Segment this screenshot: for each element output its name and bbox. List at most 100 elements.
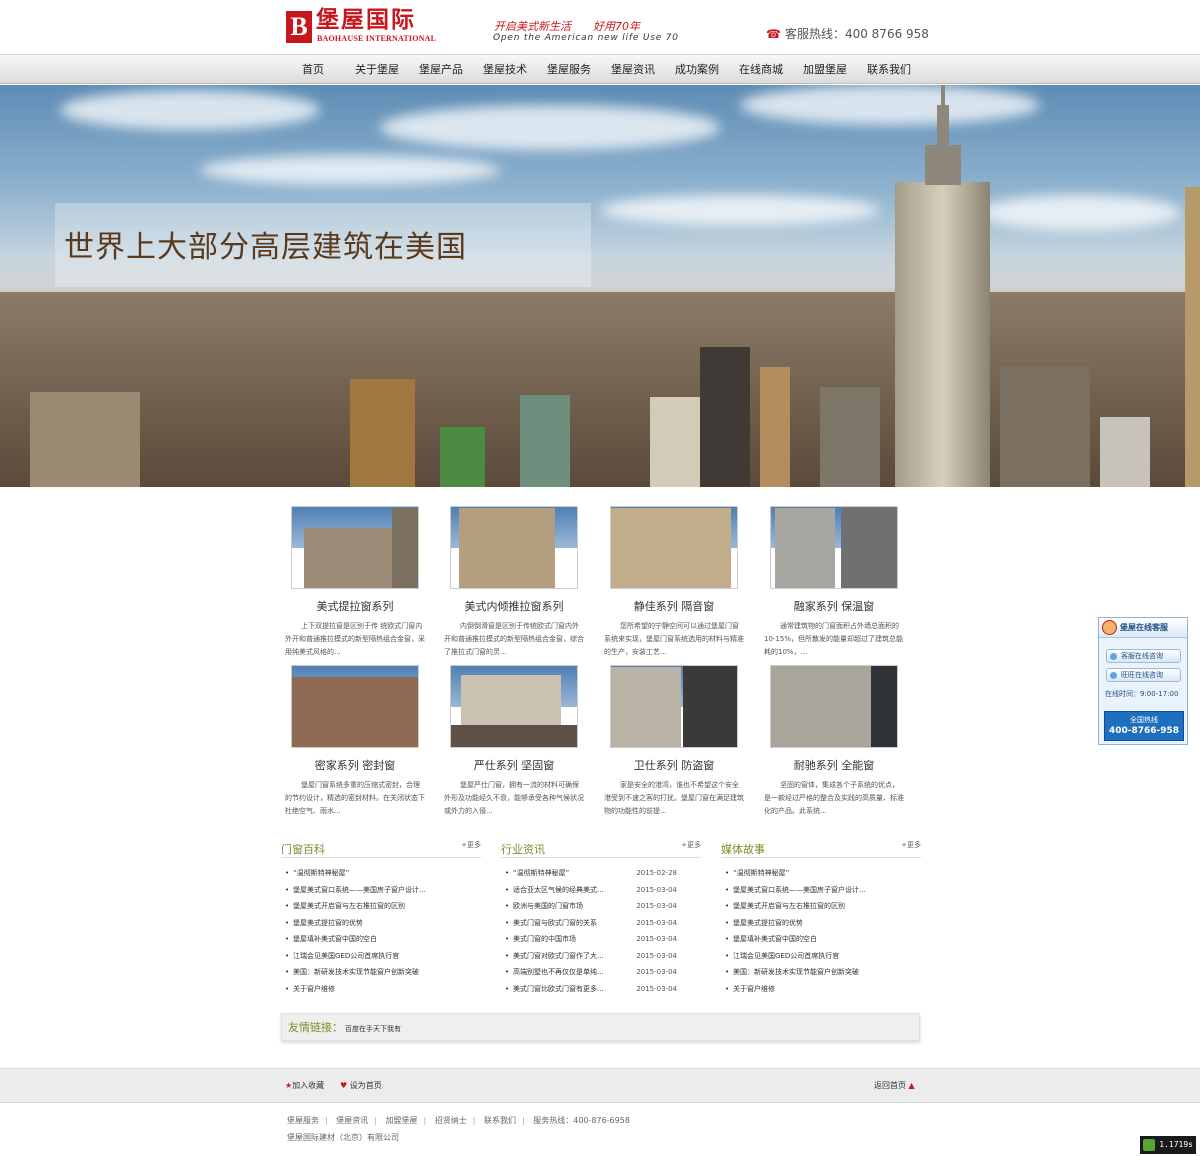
product-card[interactable]: 耐驰系列 全能窗 坚固的窗体，集成各个子系统的优点，是一款经过严格的整合及实践的…: [760, 665, 920, 818]
product-name[interactable]: 严仕系列 坚固窗: [440, 759, 588, 773]
friend-links-title: 友情链接：: [288, 1021, 343, 1034]
list-item[interactable]: 美式门窗与欧式门窗的关系2015-03-04: [501, 918, 701, 935]
product-name[interactable]: 美式内倾推拉窗系列: [440, 600, 588, 614]
list-item[interactable]: 关于窗户维修: [281, 984, 481, 1001]
nav-item-home[interactable]: 首页: [302, 63, 324, 77]
more-link[interactable]: +更多: [901, 840, 921, 850]
list-item[interactable]: 堡屋美式窗口系统——美国房子窗户设计...: [281, 885, 481, 902]
product-card[interactable]: 卫仕系列 防盗窗 家是安全的港湾，谁也不希望这个安全港受到不速之客的打扰。堡屋门…: [600, 665, 760, 818]
hotline-text: 客服热线：400 8766 958: [784, 27, 929, 41]
logo-text[interactable]: 堡屋国际: [316, 6, 416, 34]
product-name[interactable]: 美式提拉窗系列: [281, 600, 429, 614]
list-item[interactable]: 欧洲与美国的门窗市场2015-03-04: [501, 901, 701, 918]
main-nav: 首页 关于堡屋 堡屋产品 堡屋技术 堡屋服务 堡屋资讯 成功案例 在线商城 加盟…: [0, 54, 1200, 84]
list-item[interactable]: 美式门窗比欧式门窗有更多...2015-03-04: [501, 984, 701, 1001]
news-date: 2015-03-04: [636, 885, 677, 894]
column-title[interactable]: 门窗百科: [281, 843, 325, 856]
site-header: B 堡屋国际 BAOHAUSE INTERNATIONAL 开启美式新生活 好用…: [0, 0, 1200, 53]
product-name[interactable]: 密家系列 密封窗: [281, 759, 429, 773]
list-item[interactable]: “温彻斯特神秘屋”2015-02-28: [501, 868, 701, 885]
agent-icon: [1102, 620, 1117, 635]
wangwang-service-button[interactable]: 旺旺在线咨询: [1106, 668, 1181, 682]
product-card[interactable]: 密家系列 密封窗 堡屋门窗系统多重的压缩式密封，合理的节约设计，精选的密封材料。…: [281, 665, 441, 818]
product-image[interactable]: [770, 506, 898, 589]
list-item[interactable]: 堡屋美式窗口系统——美国房子窗户设计...: [721, 885, 921, 902]
product-card[interactable]: 美式内倾推拉窗系列 内倒倒滑窗是区别于传统欧式门窗内外开和普通推拉模式的新型隔热…: [440, 506, 600, 659]
list-item[interactable]: 堡屋美式提拉窗的优势: [721, 918, 921, 935]
product-image[interactable]: [291, 506, 419, 589]
list-item[interactable]: 美国：新研发技术实现节能窗户创新突破: [281, 967, 481, 984]
footer-link[interactable]: 联系我们: [484, 1116, 516, 1125]
footer-link[interactable]: 加盟堡屋: [386, 1116, 418, 1125]
product-desc: 家是安全的港湾，谁也不希望这个安全港受到不速之客的打扰。堡屋门窗在满足建筑物的功…: [604, 781, 744, 815]
hotline: ☎ 客服热线：400 8766 958: [766, 27, 929, 41]
product-image[interactable]: [610, 665, 738, 748]
tower-top: [925, 145, 961, 185]
list-item[interactable]: 堡屋美式开启窗与左右推拉窗的区别: [281, 901, 481, 918]
product-name[interactable]: 静佳系列 隔音窗: [600, 600, 748, 614]
cloud-shape: [980, 195, 1180, 230]
footer-link[interactable]: 招贤纳士: [435, 1116, 467, 1125]
cloud-shape: [60, 90, 320, 130]
product-name[interactable]: 卫仕系列 防盗窗: [600, 759, 748, 773]
footer-bar: ★加入收藏 ♥ 设为首页 返回首页 ▲: [0, 1068, 1200, 1103]
online-service-widget: 堡屋在线客服 客服在线咨询 旺旺在线咨询 在线时间：9:00-17:00 全国热…: [1098, 617, 1188, 745]
list-item[interactable]: 堡屋填补美式窗中国的空白: [281, 934, 481, 951]
friend-link[interactable]: 百度在手天下我有: [345, 1024, 401, 1034]
product-image[interactable]: [770, 665, 898, 748]
nav-item-service[interactable]: 堡屋服务: [547, 63, 591, 77]
list-item[interactable]: 关于窗户维修: [721, 984, 921, 1001]
service-title: 堡屋在线客服: [1120, 623, 1168, 632]
nav-item-contact[interactable]: 联系我们: [867, 63, 911, 77]
product-image[interactable]: [450, 665, 578, 748]
list-item[interactable]: 堡屋美式开启窗与左右推拉窗的区别: [721, 901, 921, 918]
news-date: 2015-03-04: [636, 984, 677, 993]
back-home-link[interactable]: 返回首页 ▲: [874, 1081, 915, 1091]
list-item[interactable]: 江瑞会见美国GED公司首席执行官: [281, 951, 481, 968]
nav-item-shop[interactable]: 在线商城: [739, 63, 783, 77]
service-hotline[interactable]: 全国热线 400-8766-958: [1104, 711, 1184, 741]
customer-service-button[interactable]: 客服在线咨询: [1106, 649, 1181, 663]
hero-banner[interactable]: 世界上大部分高层建筑在美国: [0, 85, 1200, 487]
product-name[interactable]: 融家系列 保温窗: [760, 600, 908, 614]
banner-title: 世界上大部分高层建筑在美国: [64, 230, 467, 265]
list-item[interactable]: “温彻斯特神秘屋”: [721, 868, 921, 885]
nav-item-about[interactable]: 关于堡屋: [355, 63, 399, 77]
more-link[interactable]: +更多: [461, 840, 481, 850]
product-image[interactable]: [291, 665, 419, 748]
product-name[interactable]: 耐驰系列 全能窗: [760, 759, 908, 773]
list-item[interactable]: 美式门窗对欧式门窗作了大...2015-03-04: [501, 951, 701, 968]
nav-item-technology[interactable]: 堡屋技术: [483, 63, 527, 77]
product-card[interactable]: 美式提拉窗系列 上下双提拉窗是区别于传 统欧式门窗内外开和普通推拉模式的新型隔热…: [281, 506, 441, 659]
nav-item-products[interactable]: 堡屋产品: [419, 63, 463, 77]
list-item[interactable]: 高端别墅也不再仅仅是单纯...2015-03-04: [501, 967, 701, 984]
product-desc: 堡屋门窗系统多重的压缩式密封，合理的节约设计，精选的密封材料。在关闭状态下杜绝空…: [285, 781, 425, 815]
more-link[interactable]: +更多: [681, 840, 701, 850]
slogan-cn: 开启美式新生活 好用70年: [494, 20, 640, 33]
add-favorite-link[interactable]: ★加入收藏: [285, 1081, 324, 1091]
product-image[interactable]: [610, 506, 738, 589]
list-item[interactable]: 美式门窗的中国市场2015-03-04: [501, 934, 701, 951]
set-homepage-link[interactable]: ♥ 设为首页: [340, 1081, 382, 1091]
product-card[interactable]: 静佳系列 隔音窗 您所希望的宁静空间可以通过堡屋门窗系统来实现，堡屋门窗系统选用…: [600, 506, 760, 659]
cloud-shape: [740, 85, 1040, 125]
nav-item-franchise[interactable]: 加盟堡屋: [803, 63, 847, 77]
list-item[interactable]: 江瑞会见美国GED公司首席执行官: [721, 951, 921, 968]
list-item[interactable]: 美国：新研发技术实现节能窗户创新突破: [721, 967, 921, 984]
product-image[interactable]: [450, 506, 578, 589]
footer-link[interactable]: 堡屋服务: [287, 1116, 319, 1125]
nav-item-news[interactable]: 堡屋资讯: [611, 63, 655, 77]
news-list: “温彻斯特神秘屋” 堡屋美式窗口系统——美国房子窗户设计... 堡屋美式开启窗与…: [281, 868, 481, 1000]
column-title[interactable]: 媒体故事: [721, 843, 765, 856]
list-item[interactable]: 适合亚太区气候的经典美式...2015-03-04: [501, 885, 701, 902]
footer-link[interactable]: 堡屋资讯: [336, 1116, 368, 1125]
nav-item-cases[interactable]: 成功案例: [675, 63, 719, 77]
logo-icon[interactable]: B: [286, 11, 312, 43]
list-item[interactable]: 堡屋填补美式窗中国的空白: [721, 934, 921, 951]
list-item[interactable]: “温彻斯特神秘屋”: [281, 868, 481, 885]
column-title[interactable]: 行业资讯: [501, 843, 545, 856]
list-item[interactable]: 堡屋美式提拉窗的优势: [281, 918, 481, 935]
building: [30, 392, 140, 487]
product-card[interactable]: 融家系列 保温窗 通常建筑物的门窗面积占外墙总面积的10-15%，但所散发的能量…: [760, 506, 920, 659]
product-card[interactable]: 严仕系列 坚固窗 堡屋严仕门窗，拥有一流的材料可确保外形及功能经久不衰，能够承受…: [440, 665, 600, 818]
